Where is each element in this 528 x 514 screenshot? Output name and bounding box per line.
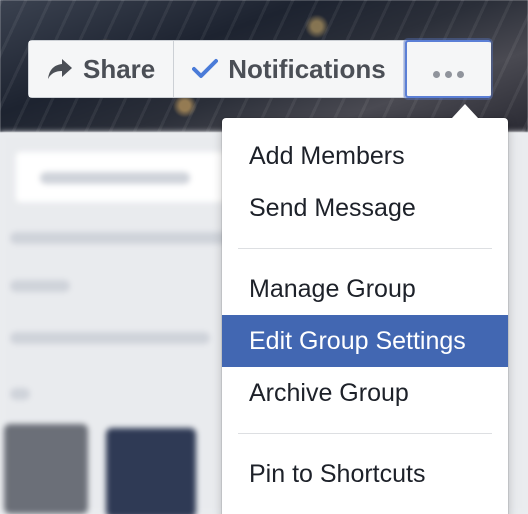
share-arrow-icon [47, 58, 73, 80]
blurred-text [40, 172, 190, 184]
menu-divider [238, 248, 492, 249]
share-button[interactable]: Share [29, 41, 175, 97]
blurred-text [10, 388, 30, 400]
notifications-label: Notifications [228, 53, 386, 84]
more-options-dropdown: Add Members Send Message Manage Group Ed… [222, 118, 508, 514]
dropdown-pointer [452, 104, 478, 118]
menu-item-add-members[interactable]: Add Members [222, 130, 508, 182]
menu-item-archive-group[interactable]: Archive Group [222, 367, 508, 419]
blurred-text [10, 280, 70, 292]
blurred-text [10, 332, 210, 344]
blurred-member-photo [4, 424, 88, 514]
menu-item-send-message[interactable]: Send Message [222, 182, 508, 234]
group-action-bar: Share Notifications [28, 40, 491, 98]
checkmark-icon [192, 58, 219, 80]
share-label: Share [83, 53, 156, 84]
more-options-button[interactable] [404, 40, 491, 98]
blurred-text [10, 232, 230, 244]
notifications-button[interactable]: Notifications [174, 41, 405, 97]
more-dots-icon [431, 54, 467, 85]
menu-item-pin-to-shortcuts[interactable]: Pin to Shortcuts [222, 448, 508, 500]
menu-divider [238, 433, 492, 434]
blurred-member-photo [106, 428, 196, 514]
group-page: Share Notifications Add Members Send Mes… [0, 0, 528, 514]
menu-item-manage-group[interactable]: Manage Group [222, 263, 508, 315]
menu-item-edit-group-settings[interactable]: Edit Group Settings [222, 315, 508, 367]
